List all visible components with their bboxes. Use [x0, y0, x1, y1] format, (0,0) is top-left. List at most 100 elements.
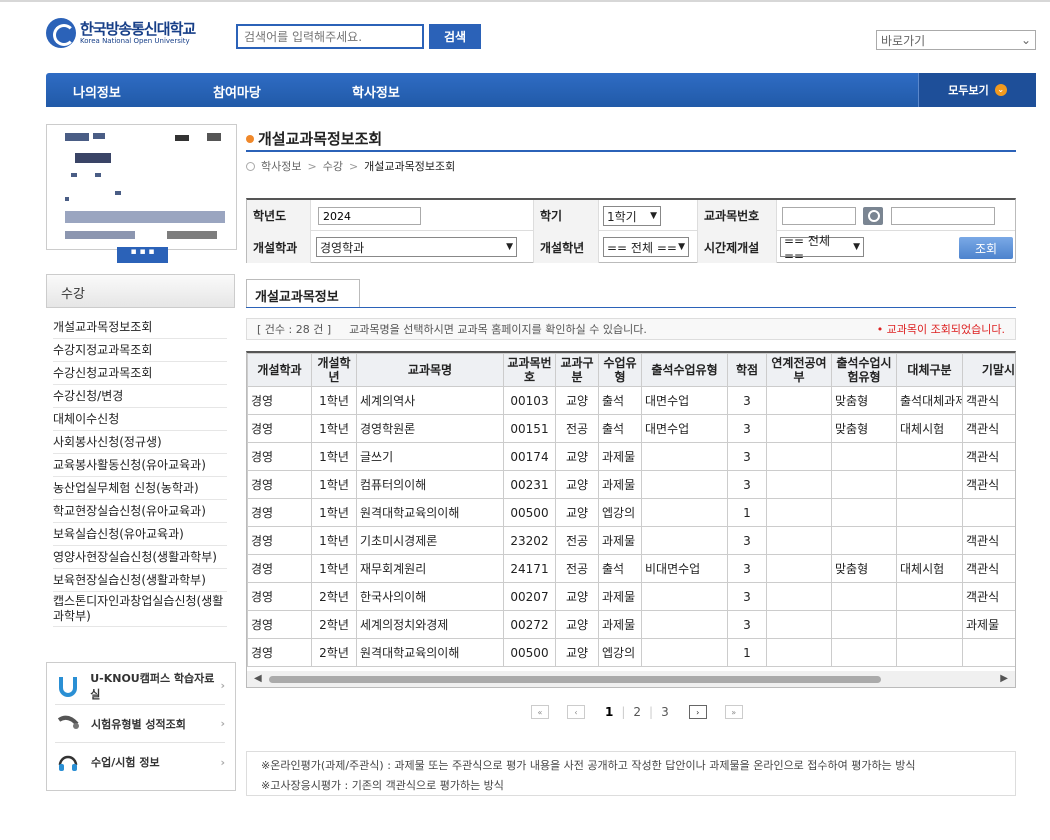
- prev-page-button[interactable]: ‹: [567, 705, 585, 719]
- breadcrumb-item-academic[interactable]: 학사정보: [261, 158, 301, 174]
- sidebar-item-social-service[interactable]: 사회봉사신청(정규생): [53, 431, 227, 454]
- table-cell: [831, 582, 897, 611]
- chevron-right-icon: ›: [220, 679, 225, 692]
- sidebar-item-substitute-credit[interactable]: 대체이수신청: [53, 408, 227, 431]
- page-1[interactable]: 1: [601, 705, 617, 719]
- course-code-input[interactable]: [782, 207, 856, 225]
- nav-my-info[interactable]: 나의정보: [73, 82, 121, 101]
- semester-value: 1학기: [607, 209, 637, 224]
- scroll-left-icon[interactable]: ◀: [254, 673, 262, 684]
- table-cell: 과제물: [598, 442, 642, 471]
- sidebar-item-course-info[interactable]: 개설교과목정보조회: [53, 316, 227, 339]
- department-select[interactable]: 경영학과 ▼: [316, 237, 517, 257]
- sidebar-item-assigned-courses[interactable]: 수강지정교과목조회: [53, 339, 227, 362]
- search-button[interactable]: 검색: [429, 24, 481, 49]
- horizontal-scrollbar[interactable]: ◀ ▶: [247, 671, 1015, 687]
- table-cell: 교양: [555, 638, 599, 667]
- table-cell: 3: [727, 582, 767, 611]
- search-submit-button[interactable]: 조회: [959, 237, 1013, 259]
- course-name-link[interactable]: 글쓰기: [356, 442, 504, 471]
- year-input[interactable]: [318, 207, 421, 225]
- table-cell: [766, 498, 832, 527]
- parttime-select[interactable]: == 전체 == ▼: [780, 234, 864, 263]
- result-hint: 교과목명을 선택하시면 교과목 홈페이지를 확인하실 수 있습니다.: [349, 323, 647, 336]
- table-cell: 과제물: [598, 582, 642, 611]
- column-header: 출석수업유형: [641, 353, 728, 387]
- table-cell: [641, 638, 728, 667]
- table-cell: 출석대체과제: [896, 386, 963, 415]
- table-cell: 엡강의: [598, 498, 642, 527]
- table-cell: [896, 526, 963, 555]
- table-cell: 1학년: [311, 526, 357, 555]
- table-cell: [962, 638, 1015, 667]
- search-magnifier-icon[interactable]: [863, 207, 883, 225]
- scroll-right-icon[interactable]: ▶: [1000, 673, 1008, 684]
- table-row: 경영 2학년 원격대학교육의이해 00500 교양 엡강의 1: [247, 638, 1015, 667]
- course-name-link[interactable]: 세계의정치와경제: [356, 610, 504, 639]
- breadcrumb-item-current: 개설교과목정보조회: [364, 160, 456, 173]
- sidebar-section-title: 수강: [46, 274, 235, 308]
- view-all-button[interactable]: 모두보기 ⌄: [918, 73, 1036, 107]
- next-page-button[interactable]: ›: [688, 705, 707, 719]
- column-header: 기말시험유형: [962, 353, 1015, 387]
- page-2[interactable]: 2: [629, 705, 645, 719]
- sidebar-item-capstone[interactable]: 캡스톤디자인과창업실습신청(생활과학부): [53, 592, 227, 627]
- page-3[interactable]: 3: [657, 705, 673, 719]
- grade-select[interactable]: == 전체 == ▼: [603, 237, 689, 257]
- column-header: 대체구분: [896, 353, 963, 387]
- last-page-button[interactable]: »: [724, 705, 743, 719]
- quick-link-campus[interactable]: U-KNOU캠퍼스 학습자료실 ›: [55, 667, 225, 705]
- course-name-link[interactable]: 컴퓨터의이해: [356, 470, 504, 499]
- table-cell: 1학년: [311, 442, 357, 471]
- course-name-link[interactable]: 원격대학교육의이해: [356, 498, 504, 527]
- breadcrumb-item-course[interactable]: 수강: [323, 158, 343, 174]
- title-bullet-icon: [246, 134, 254, 143]
- table-cell: [962, 498, 1015, 527]
- nav-academic-info[interactable]: 학사정보: [352, 82, 400, 101]
- course-name-link[interactable]: 경영학원론: [356, 414, 504, 443]
- table-cell: 교양: [555, 442, 599, 471]
- table-cell: 경영: [247, 386, 312, 415]
- sidebar-menu: 개설교과목정보조회 수강지정교과목조회 수강신청교과목조회 수강신청/변경 대체…: [53, 316, 227, 627]
- search-input[interactable]: [236, 24, 424, 49]
- chevron-down-icon: ▼: [678, 242, 685, 252]
- course-name-link[interactable]: 한국사의이해: [356, 582, 504, 611]
- table-cell: 2학년: [311, 638, 357, 667]
- column-header: 학점: [727, 353, 767, 387]
- sidebar-item-dietitian-practice[interactable]: 영양사현장실습신청(생활과학부): [53, 546, 227, 569]
- course-name-link[interactable]: 재무회계원리: [356, 554, 504, 583]
- title-underline: [246, 150, 1016, 152]
- first-page-button[interactable]: «: [531, 705, 549, 719]
- tab-course-info[interactable]: 개설교과목정보: [246, 279, 360, 308]
- university-logo[interactable]: 한국방송통신대학교 Korea National Open University: [46, 18, 196, 48]
- profile-more-button[interactable]: ▪ ▪ ▪: [117, 247, 168, 263]
- quick-link-select[interactable]: 바로가기 ⌄: [876, 30, 1036, 50]
- sidebar-item-school-practice[interactable]: 학교현장실습신청(유아교육과): [53, 500, 227, 523]
- course-name-link[interactable]: 원격대학교육의이해: [356, 638, 504, 667]
- table-cell: 경영: [247, 526, 312, 555]
- sidebar-item-agri-practice[interactable]: 농산업실무체험 신청(농학과): [53, 477, 227, 500]
- sidebar-item-childcare-practice[interactable]: 보육실습신청(유아교육과): [53, 523, 227, 546]
- top-border: [0, 0, 1050, 2]
- table-cell: 대면수업: [641, 386, 728, 415]
- table-cell: 교양: [555, 470, 599, 499]
- table-cell: 전공: [555, 554, 599, 583]
- table-cell: 3: [727, 554, 767, 583]
- chevron-right-icon: ›: [220, 755, 225, 769]
- knou-logo-icon: [46, 18, 76, 48]
- table-cell: 경영: [247, 610, 312, 639]
- table-cell: 교양: [555, 582, 599, 611]
- sidebar-item-childcare-field[interactable]: 보육현장실습신청(생활과학부): [53, 569, 227, 592]
- course-name-link[interactable]: 세계의역사: [356, 386, 504, 415]
- quick-link-class-exam[interactable]: 수업/시험 정보 ›: [55, 743, 225, 781]
- sidebar-item-registration-change[interactable]: 수강신청/변경: [53, 385, 227, 408]
- semester-select[interactable]: 1학기 ▼: [603, 206, 661, 226]
- course-name-link[interactable]: 기초미시경제론: [356, 526, 504, 555]
- sidebar-item-education-service[interactable]: 교육봉사활동신청(유아교육과): [53, 454, 227, 477]
- table-cell: 맞춤형: [831, 386, 897, 415]
- scrollbar-thumb[interactable]: [269, 676, 881, 683]
- course-name-input[interactable]: [891, 207, 995, 225]
- quick-link-grades[interactable]: 시험유형별 성적조회 ›: [55, 705, 225, 743]
- nav-participation[interactable]: 참여마당: [213, 82, 261, 101]
- sidebar-item-registered-courses[interactable]: 수강신청교과목조회: [53, 362, 227, 385]
